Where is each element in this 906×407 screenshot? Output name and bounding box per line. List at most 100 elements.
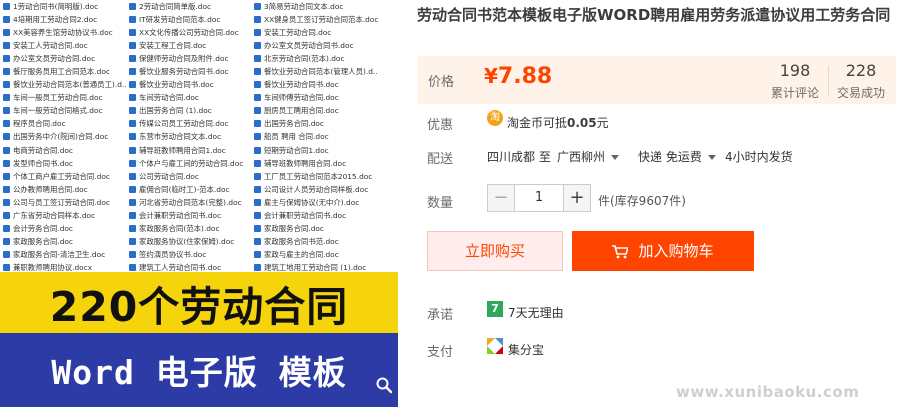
file-list-item: 会计兼职劳动合同书.doc xyxy=(253,209,378,222)
file-list-item: 签约演员协议书.doc xyxy=(128,248,253,261)
promise-text[interactable]: 7天无理由 xyxy=(508,304,564,321)
file-list-item: 程序员合同.doc xyxy=(2,117,127,130)
banner-count: 220个劳动合同 xyxy=(0,272,398,333)
reviews-count: 198 xyxy=(779,61,811,80)
file-list-item: 北京劳动合同(范本).doc xyxy=(253,52,378,65)
banner-format-text: Word 电子版 模板 xyxy=(51,353,347,392)
file-list-item: 办公室文员劳动合同.doc xyxy=(2,52,127,65)
banner-count-text: 220个劳动合同 xyxy=(49,282,349,331)
file-list-item: 公办教师聘用合同.doc xyxy=(2,183,127,196)
delivery-time: 4小时内发货 xyxy=(725,150,793,164)
file-list-item: 家政与雇主的合同.doc xyxy=(253,248,378,261)
perk-amount: 0.05 xyxy=(567,116,597,130)
product-title: 劳动合同书范本模板电子版WORD聘用雇用劳务派遣协议用工劳务合同 xyxy=(417,6,891,24)
payment-method[interactable]: 集分宝 xyxy=(508,341,544,358)
shipping-label: 配送 xyxy=(427,152,454,167)
perk-text[interactable]: 淘金币可抵0.05元 xyxy=(507,114,609,131)
shipping-method: 快递 免运费 xyxy=(638,150,702,164)
file-list-item: 发型师合同书.doc xyxy=(2,157,127,170)
file-list-item: 车间劳动合同.doc xyxy=(128,91,253,104)
file-list-item: 东营市劳动合同文本.doc xyxy=(128,130,253,143)
file-list-item: 传媒公司员工劳动合同.doc xyxy=(128,117,253,130)
jifenbao-icon xyxy=(487,338,503,354)
stock-info: 件(库存9607件) xyxy=(598,194,686,208)
file-list-item: 安装工劳动合同.doc xyxy=(253,26,378,39)
file-list-item: 安装工程工合同.doc xyxy=(128,39,253,52)
file-column-3: 3简易劳动合同文本.doc XX健身员工签订劳动合同范本.doc 安装工劳动合同.d… xyxy=(253,0,378,272)
file-list-item: XX文化传播公司劳动合同.doc xyxy=(128,26,253,39)
file-list-item: 餐饮业劳动合同范本(管理人员).d... xyxy=(253,65,378,78)
file-list-item: 餐饮业劳动合同范本(普通员工).d... xyxy=(2,78,127,91)
file-list-item: 出国劳务合同.doc xyxy=(253,117,378,130)
add-to-cart-button[interactable]: 加入购物车 xyxy=(572,231,754,271)
price-box: 价格 ¥7.88 198 累计评论 228 交易成功 xyxy=(418,56,896,104)
file-list-item: 船员 聘用 合同.doc xyxy=(253,130,378,143)
file-list-item: 建筑工人劳动合同书.doc xyxy=(128,261,253,272)
chevron-down-icon xyxy=(707,155,716,160)
file-list-item: 会计兼职劳动合同书.doc xyxy=(128,209,253,222)
file-list-item: 餐饮业劳动合同书.doc xyxy=(253,78,378,91)
cart-icon xyxy=(612,244,629,258)
shipping-from: 四川成都 至 xyxy=(487,150,551,164)
file-list-item: 公司设计人员劳动合同样板.doc xyxy=(253,183,378,196)
file-list-item: 建筑工地用工劳动合同 (1).doc xyxy=(253,261,378,272)
reviews-stat[interactable]: 198 累计评论 xyxy=(760,62,830,101)
coin-icon: 淘 xyxy=(487,110,503,126)
file-list-item: 餐饮业服务劳动合同书.doc xyxy=(128,65,253,78)
file-list-item: 短期劳动合同1.doc xyxy=(253,144,378,157)
price-label: 价格 xyxy=(428,75,455,90)
decrement-button[interactable]: − xyxy=(487,184,515,212)
file-column-2: 2劳动合同简单版.doc IT研发劳动合同范本.doc XX文化传播公司劳动合同.d… xyxy=(128,0,253,272)
file-list-item: 家政服务合同-清洁卫生.doc xyxy=(2,248,127,261)
quantity-input[interactable]: 1 xyxy=(515,184,563,212)
file-list-item: 电商劳动合同.doc xyxy=(2,144,127,157)
buy-now-button[interactable]: 立即购买 xyxy=(427,231,563,271)
file-list-item: 家政服务合同.doc xyxy=(2,235,127,248)
banner-format: Word 电子版 模板 xyxy=(0,333,398,407)
watermark: www.xunibaoku.com xyxy=(676,383,860,401)
file-list-item: 广东省劳动合同样本.doc xyxy=(2,209,127,222)
file-list-item: 公司与员工签订劳动合同.doc xyxy=(2,196,127,209)
file-list-item: 个体户与雇工间的劳动合同.doc xyxy=(128,157,253,170)
file-list-item: 会计劳务合同.doc xyxy=(2,222,127,235)
file-list-screenshot: 1劳动合同书(简明版).doc 4培期用工劳动合同2.doc XX美容养生馆劳动协议… xyxy=(0,0,398,272)
product-image[interactable]: 1劳动合同书(简明版).doc 4培期用工劳动合同2.doc XX美容养生馆劳动协议… xyxy=(0,0,398,407)
sales-count: 228 xyxy=(845,61,877,80)
file-list-item: 出国劳务合同 (1).doc xyxy=(128,104,253,117)
file-list-item: 雇主与保姆协议(无中介).doc xyxy=(253,196,378,209)
file-list-item: 工厂员工劳动合同范本2015.doc xyxy=(253,170,378,183)
promise-label: 承诺 xyxy=(427,308,454,323)
payment-label: 支付 xyxy=(427,345,454,360)
file-list-item: XX美容养生馆劳动协议书.doc xyxy=(2,26,127,39)
file-list-item: 公司劳动合同.doc xyxy=(128,170,253,183)
file-list-item: 安装工人劳动合同.doc xyxy=(2,39,127,52)
file-list-item: 餐厅服务员用工合同范本.doc xyxy=(2,65,127,78)
quantity-label: 数量 xyxy=(427,196,454,211)
file-list-item: 河北省劳动合同范本(完整).doc xyxy=(128,196,253,209)
file-list-item: 兼职教师聘用协议.docx xyxy=(2,261,127,272)
file-list-item: 车间师傅劳动合同.doc xyxy=(253,91,378,104)
file-list-item: 辅导班教师聘用合同.doc xyxy=(253,157,378,170)
magnifier-icon[interactable] xyxy=(375,376,393,394)
file-list-item: 家政服务协议(住家保姆).doc xyxy=(128,235,253,248)
add-to-cart-label: 加入购物车 xyxy=(638,242,714,260)
file-list-item: 办公室文员劳动合同书.doc xyxy=(253,39,378,52)
chevron-down-icon xyxy=(611,155,620,160)
file-list-item: XX健身员工签订劳动合同范本.doc xyxy=(253,13,378,26)
file-list-item: 3简易劳动合同文本.doc xyxy=(253,0,378,13)
file-list-item: 车间一般劳动合同格式.doc xyxy=(2,104,127,117)
quantity-stepper: − 1 + xyxy=(487,184,591,212)
shipping-destination-select[interactable]: 广西柳州 xyxy=(557,148,620,165)
file-list-item: 4培期用工劳动合同2.doc xyxy=(2,13,127,26)
file-list-item: 车间一般员工劳动合同.doc xyxy=(2,91,127,104)
currency-symbol: ¥ xyxy=(484,64,498,88)
shipping-method-select[interactable]: 快递 免运费 xyxy=(638,148,716,165)
increment-button[interactable]: + xyxy=(563,184,591,212)
perk-label: 优惠 xyxy=(427,118,454,133)
reviews-label: 累计评论 xyxy=(770,86,819,100)
file-list-item: 雇佣合同(临时工)-范本.doc xyxy=(128,183,253,196)
file-list-item: 厨房员工聘用合同.doc xyxy=(253,104,378,117)
file-list-item: 1劳动合同书(简明版).doc xyxy=(2,0,127,13)
file-list-item: 辅导班教师聘用合同1.doc xyxy=(128,144,253,157)
file-list-item: 家政服务合同.doc xyxy=(253,222,378,235)
